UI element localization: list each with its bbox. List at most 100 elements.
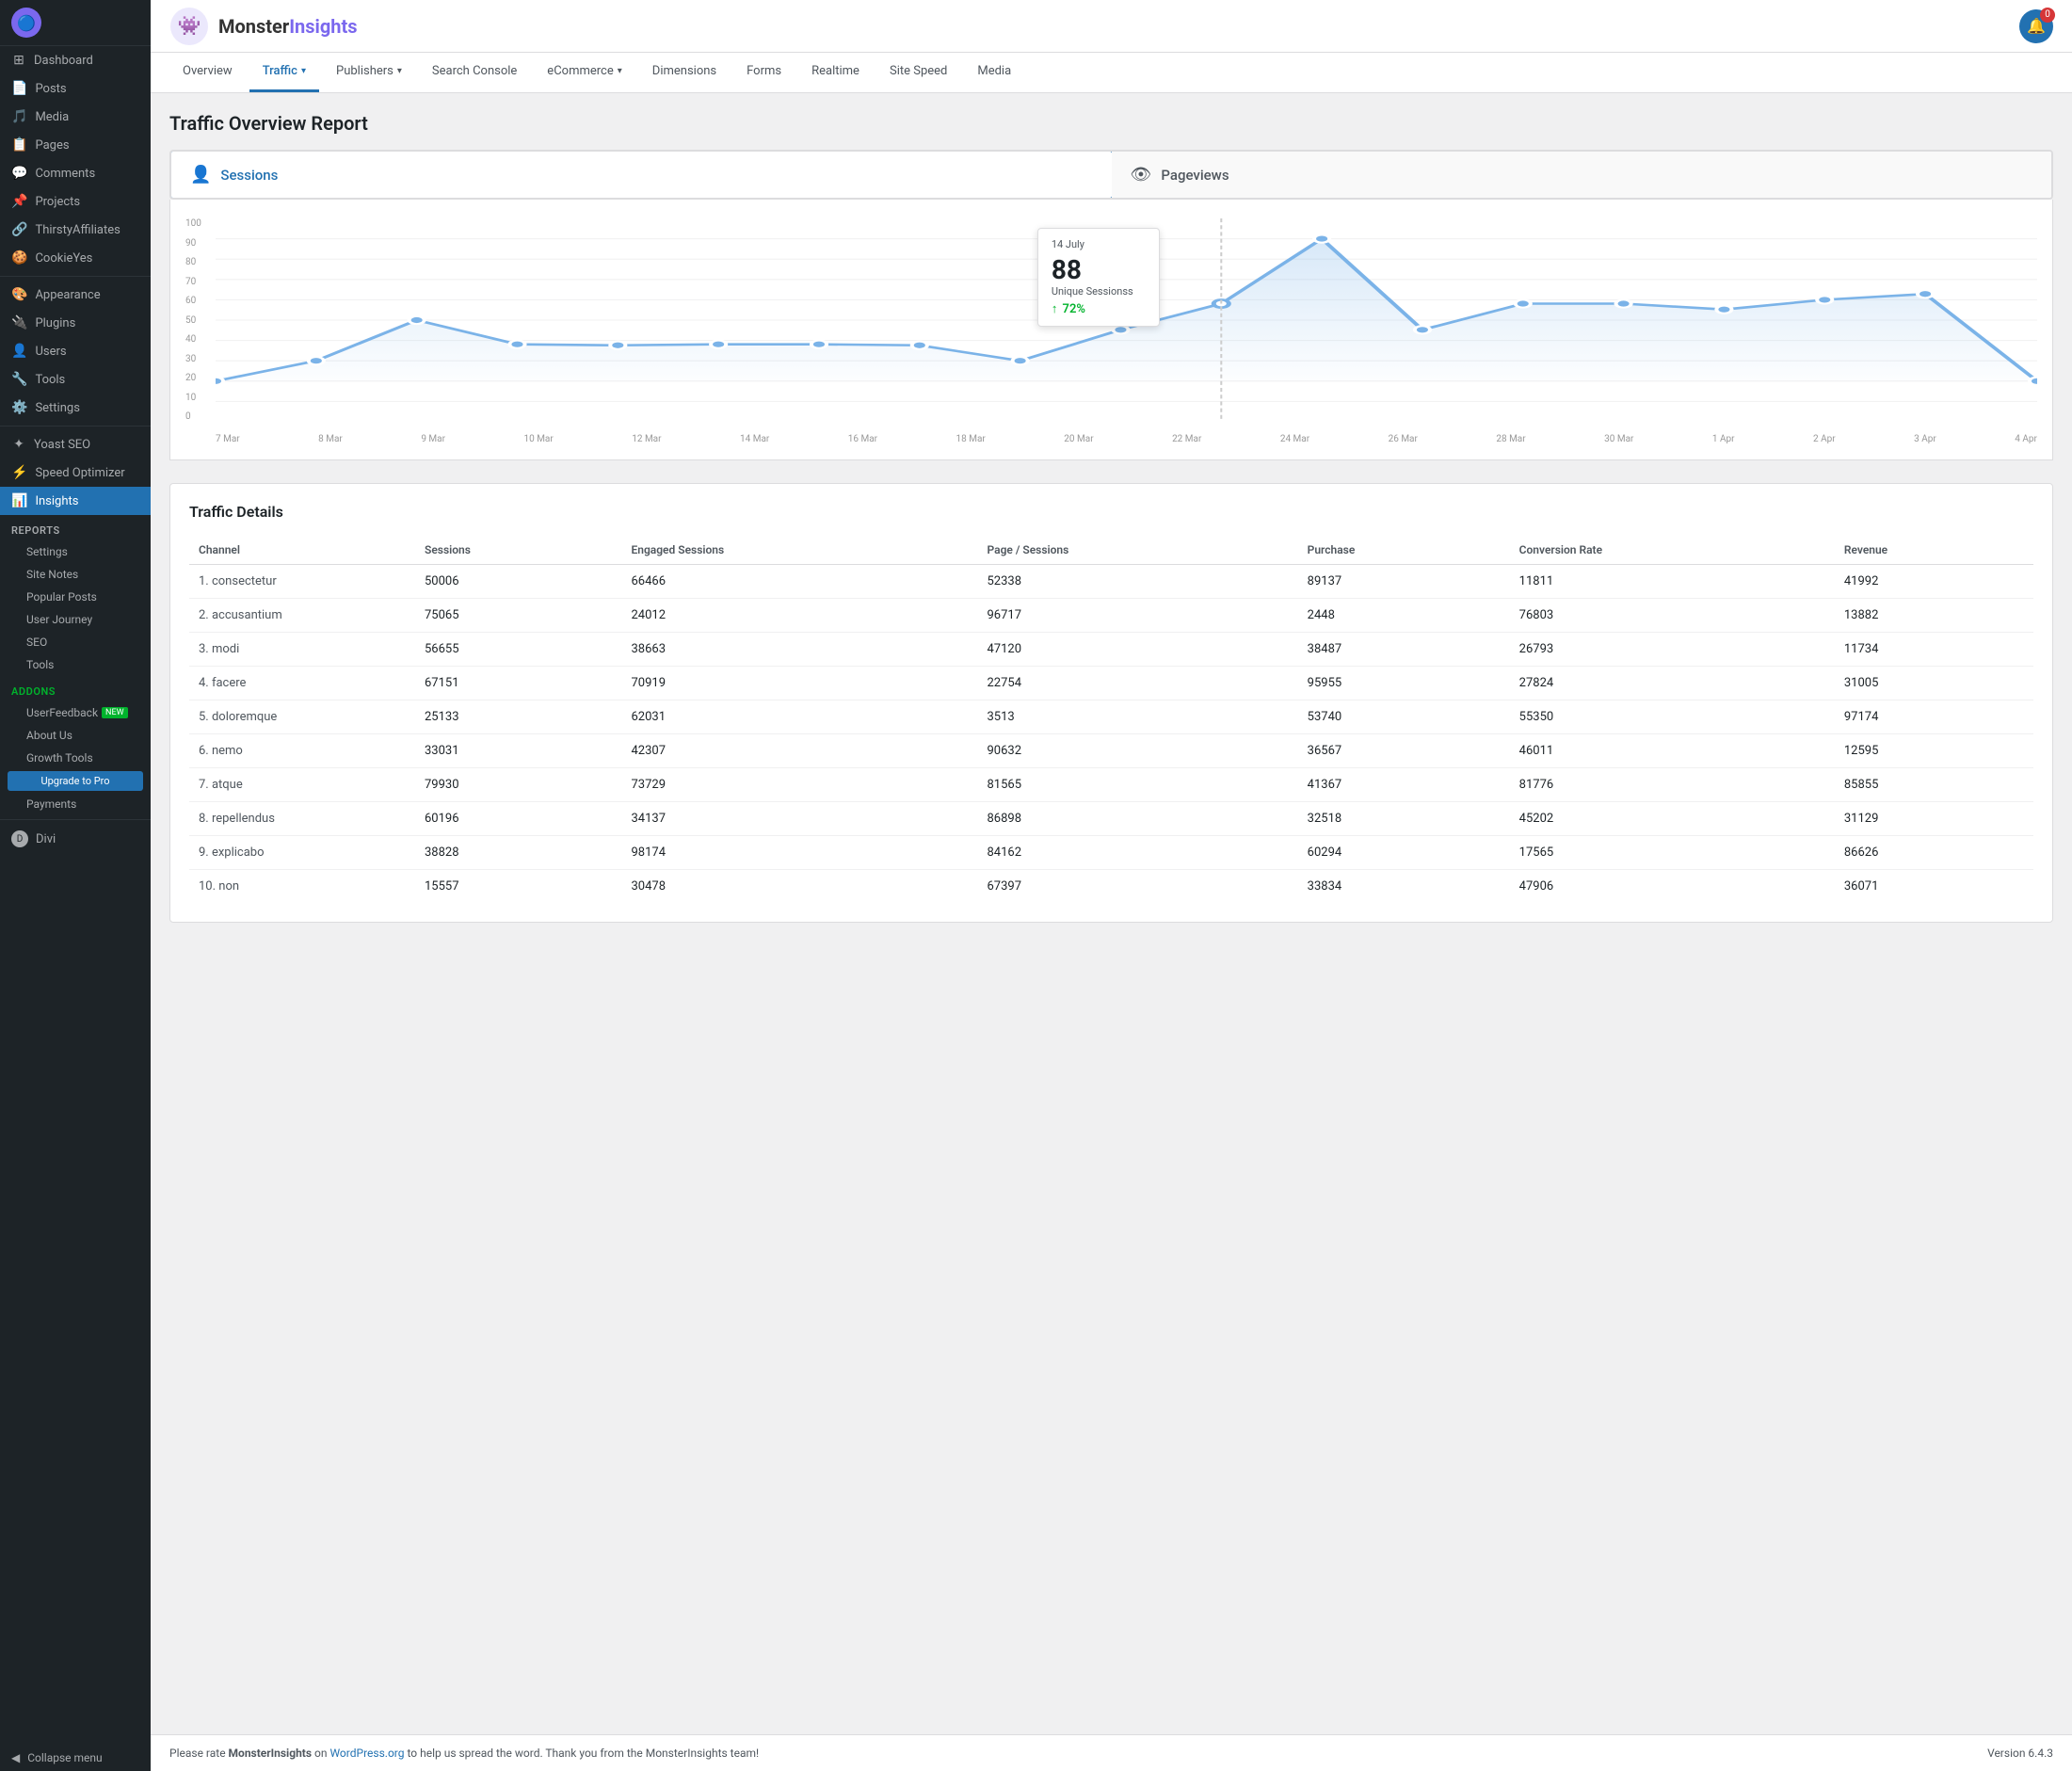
notification-bell-button[interactable]: 🔔 0	[2019, 9, 2053, 43]
sidebar-item-users[interactable]: 👤 Users	[0, 337, 151, 365]
cell-conversion-0: 11811	[1510, 565, 1835, 599]
table-body: 1. consectetur 50006 66466 52338 89137 1…	[189, 565, 2033, 904]
logo-insights-text: Insights	[289, 15, 357, 38]
sidebar-item-comments[interactable]: 💬 Comments	[0, 159, 151, 187]
cell-conversion-3: 27824	[1510, 667, 1835, 700]
sidebar-item-projects[interactable]: 📌 Projects	[0, 187, 151, 216]
metric-tab-pageviews[interactable]: 👁 Pageviews	[1112, 152, 2052, 198]
sidebar-item-userfeedback[interactable]: UserFeedback NEW	[0, 701, 151, 724]
cell-revenue-9: 36071	[1835, 870, 2033, 904]
cell-page-sessions-0: 52338	[977, 565, 1297, 599]
sidebar-brand: 🔵	[0, 0, 151, 46]
tooltip-change-value: 72%	[1063, 302, 1085, 316]
tab-ecommerce[interactable]: eCommerce ▾	[534, 53, 634, 92]
collapse-menu-button[interactable]: ◀ Collapse menu	[0, 1745, 151, 1771]
upgrade-to-pro-button[interactable]: Upgrade to Pro	[8, 771, 143, 791]
sidebar-item-growth-tools[interactable]: Growth Tools	[0, 747, 151, 769]
cell-channel-6: 7. atque	[189, 768, 415, 802]
tab-forms[interactable]: Forms	[733, 53, 795, 92]
tab-traffic[interactable]: Traffic ▾	[249, 53, 319, 92]
cell-conversion-9: 47906	[1510, 870, 1835, 904]
settings-icon: ⚙️	[11, 400, 27, 415]
sidebar-item-settings[interactable]: ⚙️ Settings	[0, 394, 151, 422]
cell-sessions-0: 50006	[415, 565, 621, 599]
tab-publishers[interactable]: Publishers ▾	[323, 53, 415, 92]
sidebar-item-appearance[interactable]: 🎨 Appearance	[0, 281, 151, 309]
sidebar-item-seo[interactable]: SEO	[0, 631, 151, 653]
sidebar-item-pages[interactable]: 📋 Pages	[0, 131, 151, 159]
tab-overview[interactable]: Overview	[169, 53, 246, 92]
sidebar-item-posts[interactable]: 📄 Posts	[0, 74, 151, 103]
col-purchase: Purchase	[1298, 536, 1510, 565]
chart-point	[912, 342, 927, 349]
chart-point	[1314, 234, 1329, 242]
sidebar-item-speed-optimizer[interactable]: ⚡ Speed Optimizer	[0, 459, 151, 487]
col-sessions: Sessions	[415, 536, 621, 565]
insights-icon: 📊	[11, 493, 27, 508]
media-icon: 🎵	[11, 109, 27, 124]
sidebar-item-media[interactable]: 🎵 Media	[0, 103, 151, 131]
cell-channel-3: 4. facere	[189, 667, 415, 700]
up-arrow-icon: ↑	[1052, 302, 1058, 316]
chart-tooltip: 14 July 88 Unique Sessionss ↑ 72%	[1037, 228, 1160, 327]
tab-search-console[interactable]: Search Console	[419, 53, 530, 92]
table-row: 6. nemo 33031 42307 90632 36567 46011 12…	[189, 734, 2033, 768]
cell-sessions-9: 15557	[415, 870, 621, 904]
sidebar-item-tools[interactable]: 🔧 Tools	[0, 365, 151, 394]
cell-revenue-3: 31005	[1835, 667, 2033, 700]
cell-channel-2: 3. modi	[189, 633, 415, 667]
chart-point	[309, 357, 324, 364]
sidebar-item-divi[interactable]: D Divi	[0, 824, 151, 854]
sidebar-item-insights[interactable]: 📊 Insights	[0, 487, 151, 515]
dashboard-icon: ⊞	[11, 53, 26, 68]
sidebar-item-about-us[interactable]: About Us	[0, 724, 151, 747]
metric-tab-sessions[interactable]: 👤 Sessions	[169, 150, 1114, 200]
table-row: 4. facere 67151 70919 22754 95955 27824 …	[189, 667, 2033, 700]
col-engaged: Engaged Sessions	[621, 536, 977, 565]
sidebar-item-settings-sub[interactable]: Settings	[0, 540, 151, 563]
thirstyaffiliates-icon: 🔗	[11, 222, 27, 237]
sidebar-item-user-journey[interactable]: User Journey	[0, 608, 151, 631]
header-logo: 👾 MonsterInsights	[169, 7, 357, 46]
sidebar-item-tools-sub[interactable]: Tools	[0, 653, 151, 676]
sidebar-item-plugins[interactable]: 🔌 Plugins	[0, 309, 151, 337]
col-channel: Channel	[189, 536, 415, 565]
cell-conversion-2: 26793	[1510, 633, 1835, 667]
sidebar-item-dashboard[interactable]: ⊞ Dashboard	[0, 46, 151, 74]
cell-revenue-1: 13882	[1835, 599, 2033, 633]
sidebar-item-popular-posts[interactable]: Popular Posts	[0, 586, 151, 608]
traffic-details-title: Traffic Details	[189, 503, 2033, 521]
tooltip-date: 14 July	[1052, 238, 1146, 250]
cell-purchase-3: 95955	[1298, 667, 1510, 700]
sidebar-item-site-notes[interactable]: Site Notes	[0, 563, 151, 586]
userfeedback-label: UserFeedback	[26, 706, 98, 719]
chart-point	[1918, 290, 1933, 298]
traffic-details-section: Traffic Details Channel Sessions Engaged…	[169, 483, 2053, 923]
sidebar-item-thirstyaffiliates[interactable]: 🔗 ThirstyAffiliates	[0, 216, 151, 244]
appearance-icon: 🎨	[11, 287, 27, 302]
sidebar-label-dashboard: Dashboard	[34, 54, 93, 68]
cell-purchase-8: 60294	[1298, 836, 1510, 870]
plugins-icon: 🔌	[11, 315, 27, 330]
sessions-icon: 👤	[190, 165, 211, 185]
footer-brand: MonsterInsights	[229, 1747, 312, 1760]
sidebar-item-cookieyes[interactable]: 🍪 CookieYes	[0, 244, 151, 272]
tab-media[interactable]: Media	[964, 53, 1024, 92]
sidebar-item-payments[interactable]: Payments	[0, 793, 151, 815]
sidebar-item-yoast-seo[interactable]: ✦ Yoast SEO	[0, 430, 151, 459]
sidebar-label-comments: Comments	[35, 167, 95, 181]
sidebar-label-plugins: Plugins	[35, 316, 75, 330]
monster-icon: 👾	[169, 7, 209, 46]
cell-revenue-2: 11734	[1835, 633, 2033, 667]
new-badge: NEW	[102, 707, 128, 718]
cell-page-sessions-3: 22754	[977, 667, 1297, 700]
tab-dimensions[interactable]: Dimensions	[639, 53, 730, 92]
sidebar-label-settings: Settings	[35, 401, 79, 415]
cell-purchase-0: 89137	[1298, 565, 1510, 599]
tab-realtime[interactable]: Realtime	[798, 53, 873, 92]
tab-site-speed[interactable]: Site Speed	[876, 53, 960, 92]
wordpress-org-link[interactable]: WordPress.org	[329, 1747, 404, 1760]
footer-version: Version 6.4.3	[1987, 1747, 2053, 1760]
addons-section-label: Addons	[0, 676, 151, 701]
pageviews-label: Pageviews	[1161, 167, 1229, 184]
